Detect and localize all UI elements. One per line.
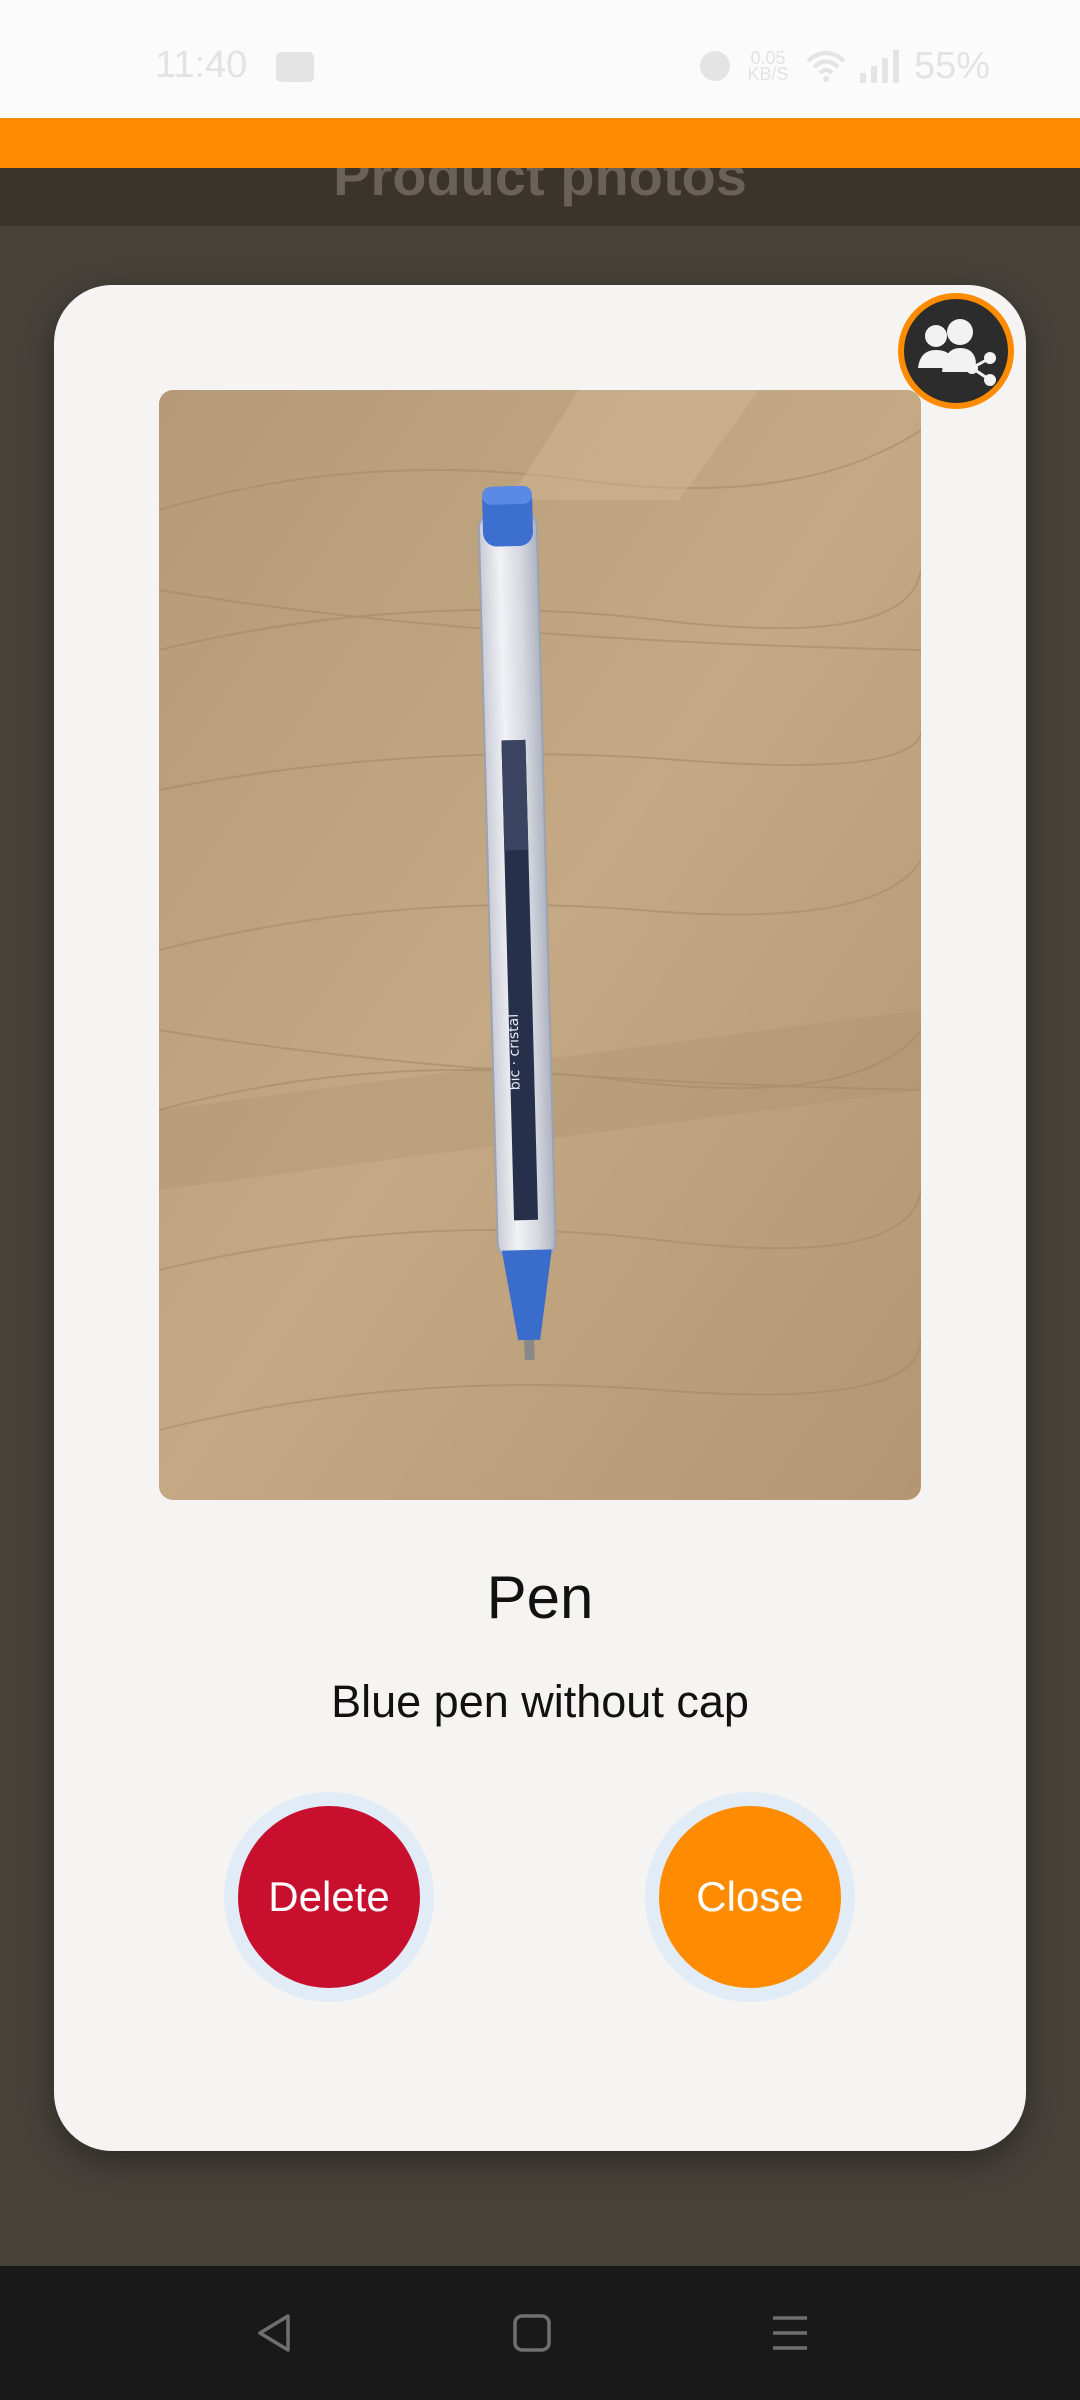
status-icons: 0.05 KB/S 55%: [700, 44, 990, 88]
share-users-icon: [918, 319, 996, 386]
share-button[interactable]: [898, 293, 1014, 409]
app-bar: Product photos: [0, 168, 1080, 226]
item-description: Blue pen without cap: [331, 1676, 749, 1727]
wifi-icon: [806, 51, 846, 82]
recents-menu-icon[interactable]: [765, 2308, 815, 2358]
item-name: Pen: [486, 1564, 594, 1631]
system-nav-bar: [0, 2266, 1080, 2400]
back-triangle-icon[interactable]: [250, 2308, 300, 2358]
alarm-icon: [700, 51, 730, 81]
network-speed-unit: KB/S: [747, 64, 789, 84]
product-photo: bic · cristal: [159, 390, 921, 1500]
sim-icon: [276, 52, 314, 82]
home-square-icon[interactable]: [507, 2308, 557, 2358]
app-title: Product photos: [333, 168, 747, 207]
status-time: 11:40: [155, 44, 248, 86]
close-button-ring: Close: [645, 1792, 855, 2002]
pen-photo-image: bic · cristal: [159, 390, 921, 1500]
network-speed: 0.05 KB/S: [742, 49, 794, 84]
signal-icon: [860, 50, 899, 83]
delete-button-ring: Delete: [224, 1792, 434, 2002]
status-bar: 11:40 0.05 KB/S 55%: [0, 0, 1080, 118]
app-bar-accent: [0, 118, 1080, 168]
delete-button[interactable]: Delete: [238, 1806, 420, 1988]
close-button[interactable]: Close: [659, 1806, 841, 1988]
battery-level: 55%: [914, 44, 991, 87]
svg-text:bic · cristal: bic · cristal: [506, 1014, 524, 1091]
